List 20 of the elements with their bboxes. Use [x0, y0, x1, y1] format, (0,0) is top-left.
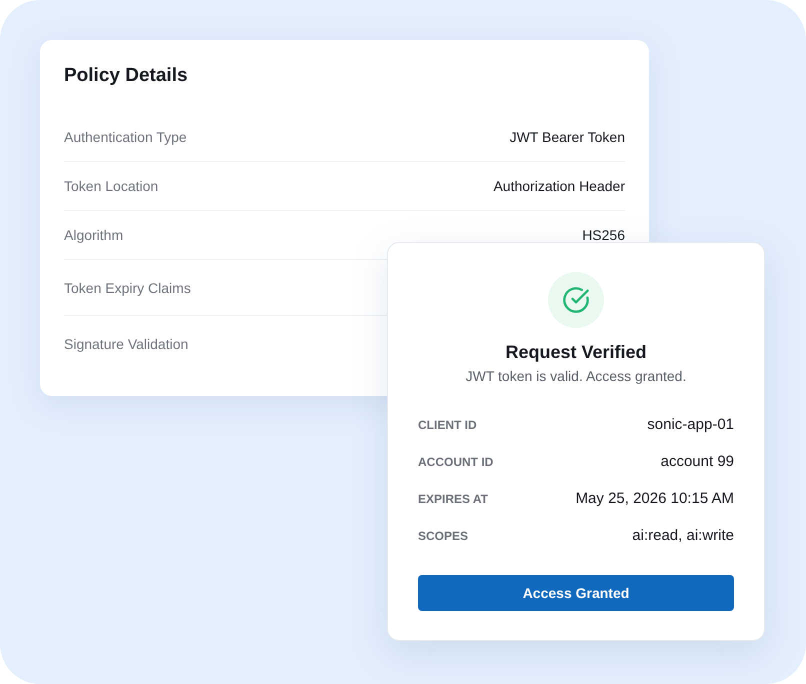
access-granted-button[interactable]: Access Granted	[418, 575, 734, 611]
row-label: Token Location	[64, 178, 158, 194]
card-title: Request Verified	[505, 341, 647, 364]
field-label: SCOPES	[418, 528, 468, 542]
field-label: CLIENT ID	[418, 418, 477, 432]
field-label: ACCOUNT ID	[418, 454, 494, 468]
row-value: HS256	[582, 227, 625, 243]
field-value: ai:read, ai:write	[632, 527, 734, 544]
field-value: May 25, 2026 10:15 AM	[576, 490, 734, 507]
status-message: JWT token is valid. Access granted.	[466, 367, 686, 386]
field-value: sonic-app-01	[647, 416, 734, 433]
row-label: Signature Validation	[64, 336, 188, 352]
row-label: Token Expiry Claims	[64, 280, 191, 296]
card-title: Policy Details	[64, 64, 189, 88]
row-label: Algorithm	[64, 227, 124, 243]
field-value: account 99	[660, 453, 734, 470]
row-value: Authorization Header	[493, 178, 625, 194]
row-label: Authentication Type	[64, 129, 187, 145]
field-label: EXPIRES AT	[418, 492, 488, 506]
row-value: JWT Bearer Token	[510, 129, 625, 145]
